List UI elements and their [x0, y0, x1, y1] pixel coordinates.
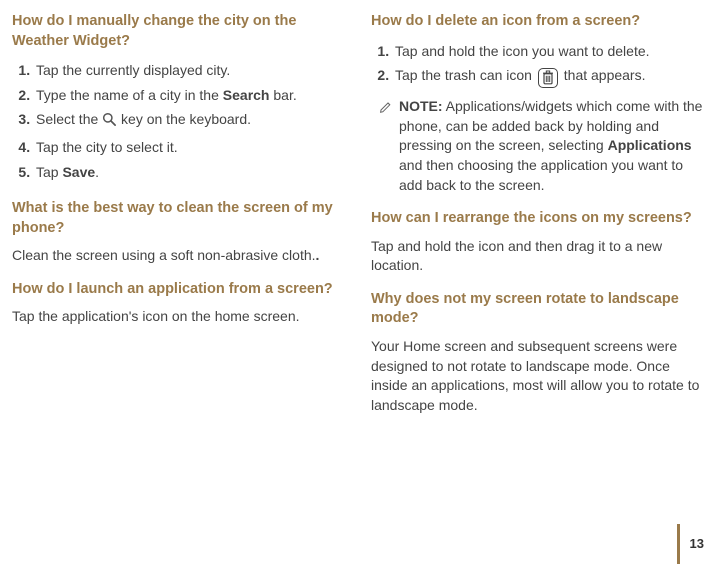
list-item: Tap the currently displayed city. — [34, 59, 345, 84]
pencil-icon — [379, 99, 393, 195]
faq-body: Clean the screen using a soft non-abrasi… — [12, 246, 345, 266]
faq-delete-icon: How do I delete an icon from a screen? T… — [371, 12, 704, 195]
note-block: NOTE: Applications/widgets which come wi… — [379, 97, 704, 195]
page-number: 13 — [690, 535, 704, 553]
page-footer: 13 — [677, 524, 704, 564]
delete-steps: Tap and hold the icon you want to delete… — [371, 40, 704, 92]
faq-rearrange-icons: How can I rearrange the icons on my scre… — [371, 209, 704, 276]
faq-body: Tap and hold the icon and then drag it t… — [371, 237, 704, 276]
list-item: Tap the trash can icon that appears. — [393, 64, 704, 91]
body-text: Clean the screen using a soft non-abrasi… — [12, 247, 316, 263]
page-accent-bar — [677, 524, 680, 564]
step-text: Tap the trash can icon — [395, 67, 536, 83]
note-label: NOTE: — [399, 98, 443, 114]
step-text: Tap the currently displayed city. — [36, 62, 230, 78]
faq-heading: How can I rearrange the icons on my scre… — [371, 209, 704, 229]
faq-landscape-mode: Why does not my screen rotate to landsca… — [371, 290, 704, 416]
trash-icon — [538, 68, 558, 88]
faq-body: Tap the application's icon on the home s… — [12, 307, 345, 327]
period-bold: . — [316, 247, 320, 263]
list-item: Select the key on the keyboard. — [34, 108, 345, 136]
faq-clean-screen: What is the best way to clean the screen… — [12, 199, 345, 266]
faq-weather-widget: How do I manually change the city on the… — [12, 12, 345, 185]
note-body: and then choosing the application you wa… — [399, 157, 683, 193]
step-text: Select the — [36, 111, 102, 127]
faq-body: Your Home screen and subsequent screens … — [371, 337, 704, 415]
list-item: Type the name of a city in the Search ba… — [34, 84, 345, 109]
faq-heading: How do I delete an icon from a screen? — [371, 12, 704, 32]
list-item: Tap the city to select it. — [34, 136, 345, 161]
faq-heading: Why does not my screen rotate to landsca… — [371, 290, 704, 329]
left-column: How do I manually change the city on the… — [12, 12, 345, 429]
right-column: How do I delete an icon from a screen? T… — [371, 12, 704, 429]
step-text: that appears. — [560, 67, 646, 83]
step-text: bar. — [269, 87, 296, 103]
step-text: Tap the city to select it. — [36, 139, 178, 155]
list-item: Tap Save. — [34, 161, 345, 186]
step-text: Tap — [36, 164, 62, 180]
search-icon — [102, 112, 117, 133]
step-bold: Search — [223, 87, 270, 103]
faq-launch-app: How do I launch an application from a sc… — [12, 280, 345, 327]
step-text: Tap and hold the icon you want to delete… — [395, 43, 650, 59]
faq-heading: What is the best way to clean the screen… — [12, 199, 345, 238]
weather-steps: Tap the currently displayed city. Type t… — [12, 59, 345, 185]
faq-heading: How do I manually change the city on the… — [12, 12, 345, 51]
step-bold: Save — [62, 164, 95, 180]
step-text: . — [95, 164, 99, 180]
note-text: NOTE: Applications/widgets which come wi… — [399, 97, 704, 195]
faq-heading: How do I launch an application from a sc… — [12, 280, 345, 300]
list-item: Tap and hold the icon you want to delete… — [393, 40, 704, 65]
step-text: key on the keyboard. — [117, 111, 251, 127]
note-bold: Applications — [608, 137, 692, 153]
step-text: Type the name of a city in the — [36, 87, 223, 103]
